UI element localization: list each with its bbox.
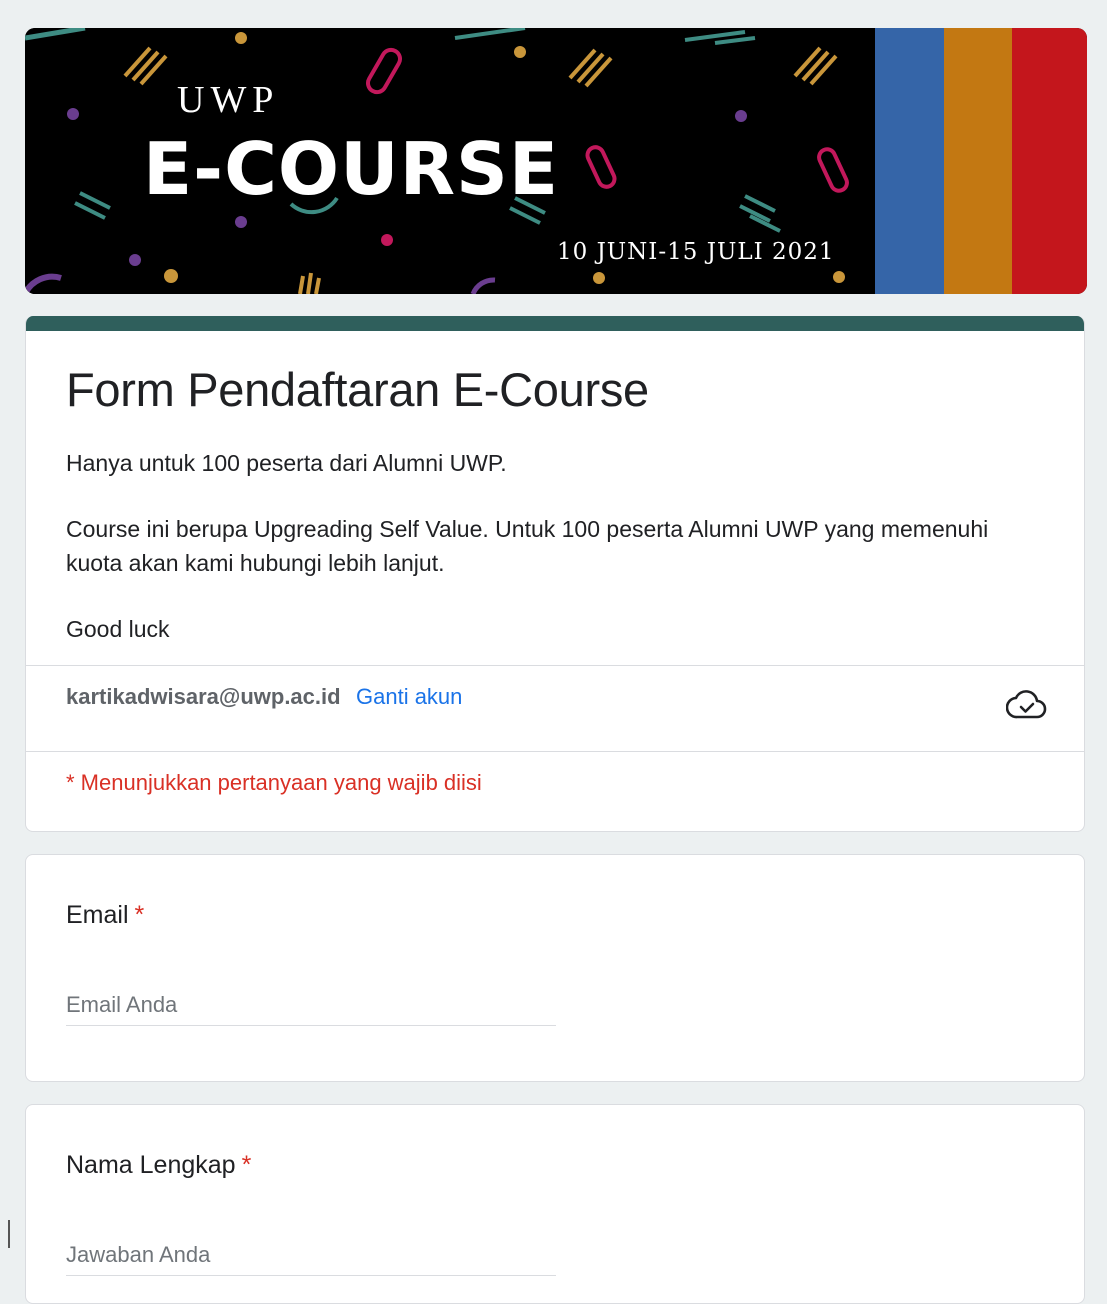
divider [26,751,1084,752]
email-input[interactable] [66,985,556,1026]
question-label: Email [66,901,129,929]
question-label: Nama Lengkap [66,1151,236,1179]
banner-date: 10 JUNI-15 JULI 2021 [557,239,835,265]
form-description-line-1: Hanya untuk 100 peserta dari Alumni UWP. [66,450,507,476]
form-description-line-3: Good luck [66,616,170,642]
required-asterisk: * [241,1151,252,1179]
cloud-check-icon[interactable] [1006,688,1048,722]
form-description-line-2: Course ini berupa Upgreading Self Value.… [66,516,989,576]
page-edge-marker [8,1220,10,1248]
required-asterisk: * [134,901,145,929]
question-card-email: Email * [25,854,1085,1082]
banner-brand-top: UWP [177,79,279,121]
banner-stripe-red [1012,28,1087,294]
question-title-email: Email * [66,901,144,930]
banner-stripe-blue [875,28,944,294]
full-name-input[interactable] [66,1235,556,1276]
account-email: kartikadwisara@uwp.ac.id [66,684,341,709]
form-header-card: Form Pendaftaran E-Course Hanya untuk 10… [25,316,1085,832]
form-title: Form Pendaftaran E-Course [66,363,649,416]
title-accent-bar [26,316,1084,331]
required-note: * Menunjukkan pertanyaan yang wajib diis… [66,770,482,795]
banner-title: E-COURSE [143,127,559,211]
banner-stripe-orange [944,28,1012,294]
header-banner: UWP E-COURSE 10 JUNI-15 JULI 2021 [25,28,1087,294]
question-title-full-name: Nama Lengkap * [66,1151,251,1180]
switch-account-link[interactable]: Ganti akun [356,684,462,710]
divider [26,665,1084,666]
question-card-full-name: Nama Lengkap * [25,1104,1085,1304]
